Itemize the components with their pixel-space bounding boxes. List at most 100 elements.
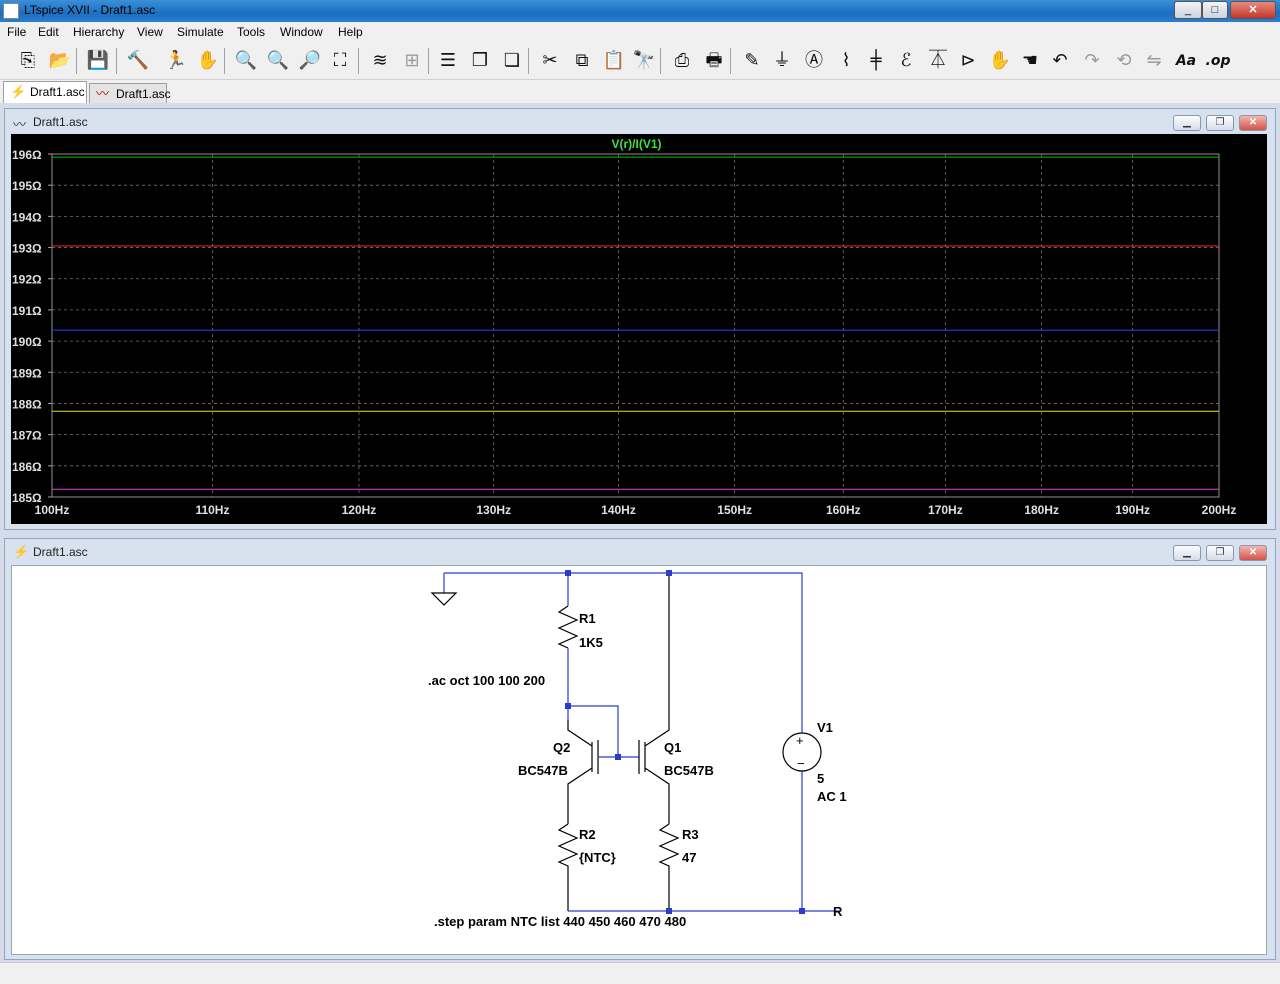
- tab-schematic[interactable]: ⚡ Draft1.asc: [3, 81, 87, 103]
- r2-value: {NTC}: [579, 850, 616, 865]
- toolbar-separator: [428, 48, 429, 74]
- schematic-close-button[interactable]: ✕: [1239, 545, 1267, 561]
- menu-hierarchy[interactable]: Hierarchy: [73, 25, 124, 39]
- y-tick-label: 186Ω: [12, 460, 42, 474]
- q2-ref: Q2: [553, 740, 570, 755]
- menu-help[interactable]: Help: [338, 25, 363, 39]
- inductor-icon[interactable]: ℰ: [892, 47, 920, 75]
- x-tick-label: 190Hz: [1115, 503, 1150, 517]
- autorange-icon[interactable]: ≋: [366, 47, 394, 75]
- y-tick-label: 194Ω: [12, 210, 42, 224]
- diode-icon[interactable]: ⏄: [924, 47, 952, 75]
- rotate-icon[interactable]: ⟲: [1110, 47, 1138, 75]
- x-tick-label: 140Hz: [601, 503, 636, 517]
- tab-label: Draft1.asc: [30, 85, 85, 99]
- save-icon[interactable]: 💾: [84, 47, 112, 75]
- r1-value: 1K5: [579, 635, 603, 650]
- zoom-in-icon[interactable]: 🔍: [232, 47, 260, 75]
- plot-frame: [51, 153, 1220, 498]
- y-tick-label: 187Ω: [12, 429, 42, 443]
- move-icon[interactable]: ✋: [986, 47, 1014, 75]
- toolbar-separator: [528, 48, 529, 74]
- component-icon[interactable]: ⊳: [954, 47, 982, 75]
- cascade-icon[interactable]: ❐: [466, 47, 494, 75]
- net-label-r: R: [833, 904, 843, 919]
- menu-simulate[interactable]: Simulate: [177, 25, 224, 39]
- x-tick-label: 110Hz: [195, 503, 229, 517]
- text-icon[interactable]: Aa: [1172, 47, 1200, 75]
- v1-ref: V1: [817, 720, 833, 735]
- mirror-icon[interactable]: ⇋: [1140, 47, 1168, 75]
- capacitor-icon[interactable]: ╪: [862, 47, 890, 75]
- title-bar: LTspice XVII - Draft1.asc _ □ ✕: [0, 0, 1280, 22]
- waveform-window-title: Draft1.asc: [33, 115, 88, 129]
- x-tick-label: 180Hz: [1024, 503, 1059, 517]
- toolbar-separator: [116, 48, 117, 74]
- waveform-plot-area[interactable]: 100Hz 110Hz 120Hz 130Hz 140Hz 150Hz 160Hz 170Hz…: [11, 134, 1267, 524]
- schematic-minimize-button[interactable]: ▁: [1173, 545, 1201, 561]
- v1-plus-icon: +: [796, 733, 804, 748]
- x-tick-label: 120Hz: [342, 503, 377, 517]
- transistor-q1-symbol: [638, 740, 646, 774]
- ground-icon: [430, 592, 458, 606]
- r1-ref: R1: [579, 611, 596, 626]
- zoom-fit-icon[interactable]: ⛶: [326, 47, 354, 75]
- r3-ref: R3: [682, 827, 699, 842]
- halt-icon[interactable]: ✋: [194, 47, 222, 75]
- redo-icon[interactable]: ↷: [1078, 47, 1106, 75]
- zoom-out-icon[interactable]: 🔎: [296, 47, 324, 75]
- tab-waveform[interactable]: 〰 Draft1.asc: [89, 83, 171, 103]
- toolbar-separator: [730, 48, 731, 74]
- wire-top-rail: [444, 572, 803, 911]
- find-icon[interactable]: 🔭: [630, 47, 658, 75]
- open-icon[interactable]: 📂: [46, 47, 74, 75]
- r3-value: 47: [682, 850, 696, 865]
- grid-icon[interactable]: ⊞: [398, 47, 426, 75]
- resistor-icon[interactable]: ⌇: [832, 47, 860, 75]
- schematic-drawing[interactable]: + − R1 1K5 .ac oct 100 100 200 Q2 BC547B…: [12, 566, 1266, 954]
- waveform-plot[interactable]: 100Hz 110Hz 120Hz 130Hz 140Hz 150Hz 160Hz 170Hz…: [11, 134, 1267, 524]
- new-schematic-icon[interactable]: ⎘: [14, 47, 42, 75]
- junction-dot: [666, 570, 672, 576]
- toolbar: ⎘ 📂 💾 🔨 🏃 ✋ 🔍 🔍 🔎 ⛶ ≋ ⊞ ☰ ❐ ❏ ✂ ⧉ 📋 🔭 ⎙ 🖶 ✎ ⏚ Ⓐ ⌇ ╪ ℰ ⏄ ⊳ ✋ ☚ ↶ ↷ ⟲ ⇋ Aa .op: [0, 42, 1280, 80]
- wire-icon[interactable]: ✎: [738, 47, 766, 75]
- transistor-q1-leads: [644, 573, 670, 824]
- menu-tools[interactable]: Tools: [237, 25, 265, 39]
- label-net-icon[interactable]: Ⓐ: [800, 47, 828, 75]
- x-tick-label: 200Hz: [1202, 503, 1237, 517]
- resistor-r2-symbol: [557, 823, 579, 911]
- plot-close-button[interactable]: ✕: [1239, 115, 1267, 131]
- y-tick-label: 188Ω: [12, 397, 42, 411]
- print-icon[interactable]: 🖶: [700, 47, 728, 75]
- copy-icon[interactable]: ⧉: [568, 47, 596, 75]
- y-tick-label: 193Ω: [12, 242, 42, 256]
- window-title: LTspice XVII - Draft1.asc: [24, 3, 156, 17]
- transistor-q2-symbol: [591, 740, 599, 774]
- minimize-button[interactable]: _: [1174, 1, 1202, 19]
- tile-vertical-icon[interactable]: ❏: [498, 47, 526, 75]
- undo-icon[interactable]: ↶: [1046, 47, 1074, 75]
- drag-icon[interactable]: ☚: [1016, 47, 1044, 75]
- control-panel-icon[interactable]: 🔨: [124, 47, 152, 75]
- cut-icon[interactable]: ✂: [536, 47, 564, 75]
- schematic-canvas[interactable]: + − R1 1K5 .ac oct 100 100 200 Q2 BC547B…: [11, 565, 1267, 955]
- print-preview-icon[interactable]: ⎙: [668, 47, 696, 75]
- paste-icon[interactable]: 📋: [600, 47, 628, 75]
- schematic-restore-button[interactable]: ❐: [1206, 545, 1234, 561]
- maximize-button[interactable]: □: [1202, 1, 1228, 19]
- tile-horizontal-icon[interactable]: ☰: [434, 47, 462, 75]
- plot-restore-button[interactable]: ❐: [1206, 115, 1234, 131]
- menu-view[interactable]: View: [137, 25, 163, 39]
- close-button[interactable]: ✕: [1230, 1, 1276, 19]
- schematic-window-title: Draft1.asc: [33, 545, 88, 559]
- menu-window[interactable]: Window: [280, 25, 323, 39]
- spice-directive-icon[interactable]: .op: [1204, 47, 1232, 75]
- plot-minimize-button[interactable]: ▁: [1173, 115, 1201, 131]
- menu-file[interactable]: File: [7, 25, 26, 39]
- run-icon[interactable]: 🏃: [162, 47, 190, 75]
- y-tick-label: 191Ω: [12, 304, 42, 318]
- ground-icon[interactable]: ⏚: [768, 47, 796, 75]
- zoom-pan-icon[interactable]: 🔍: [264, 47, 292, 75]
- waveform-tab-icon: 〰: [96, 86, 110, 101]
- menu-edit[interactable]: Edit: [38, 25, 59, 39]
